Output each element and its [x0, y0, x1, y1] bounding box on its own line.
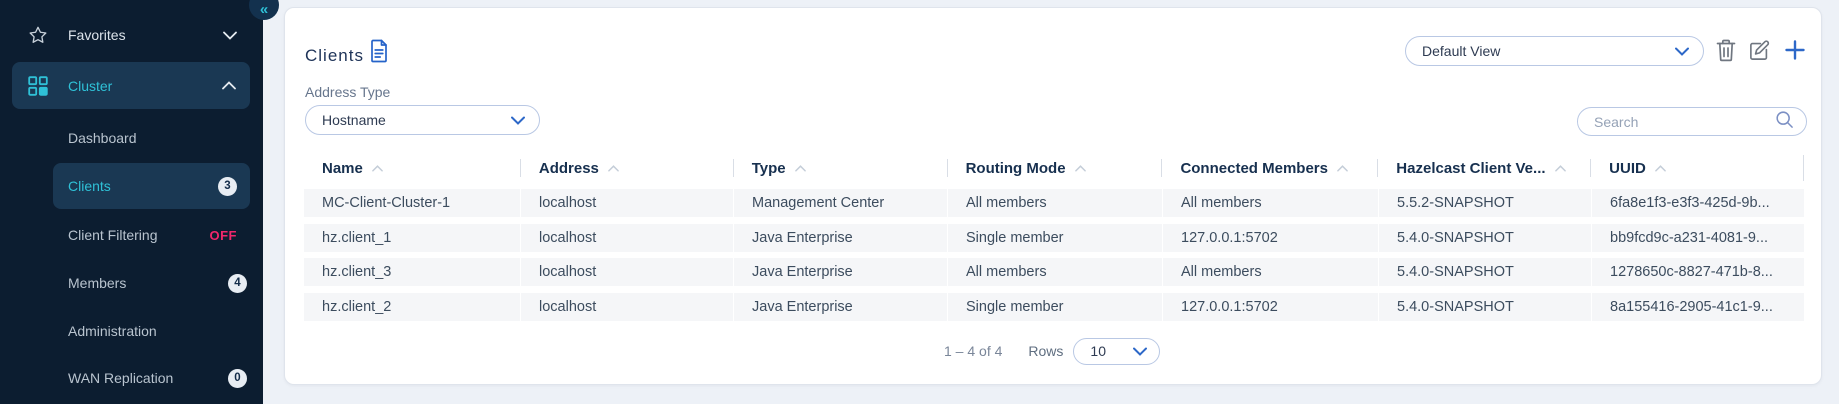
column-header-routing-mode[interactable]: Routing Mode: [947, 159, 1162, 177]
table-row[interactable]: hz.client_3 localhost Java Enterprise Al…: [304, 258, 1804, 286]
cell-connected-members: All members: [1162, 258, 1378, 286]
sidebar-item-client-filtering[interactable]: Client Filtering OFF: [0, 213, 263, 257]
page-title: Clients: [305, 46, 364, 66]
table-header-row: Name Address Type Routing Mode Connected…: [304, 155, 1804, 181]
clients-panel: Clients Default View: [284, 7, 1822, 385]
pagination: 1 – 4 of 4 Rows 10: [944, 337, 1160, 365]
client-filtering-label: Client Filtering: [68, 227, 157, 243]
cell-type: Java Enterprise: [733, 224, 947, 252]
cell-connected-members: 127.0.0.1:5702: [1162, 224, 1378, 252]
wan-replication-label: WAN Replication: [68, 370, 173, 386]
document-icon[interactable]: [369, 39, 389, 68]
sort-chevron-icon: [1555, 165, 1566, 172]
sidebar-item-cluster[interactable]: Cluster: [12, 62, 250, 109]
cluster-grid-icon: [28, 76, 48, 96]
table-row[interactable]: MC-Client-Cluster-1 localhost Management…: [304, 189, 1804, 217]
cell-type: Management Center: [733, 189, 947, 217]
sidebar-item-clients[interactable]: Clients 3: [53, 163, 250, 209]
cell-uuid: bb9fcd9c-a231-4081-9...: [1591, 224, 1804, 252]
table-row[interactable]: hz.client_2 localhost Java Enterprise Si…: [304, 293, 1804, 321]
column-header-hazelcast-client-version[interactable]: Hazelcast Client Ve...: [1377, 159, 1590, 177]
chevron-down-icon: [1675, 43, 1689, 59]
clients-count-badge: 3: [218, 177, 237, 196]
cell-name: MC-Client-Cluster-1: [304, 189, 520, 217]
rows-per-page-dropdown[interactable]: 10: [1073, 338, 1160, 365]
pagination-range: 1 – 4 of 4: [944, 343, 1002, 359]
cell-uuid: 8a155416-2905-41c1-9...: [1591, 293, 1804, 321]
address-type-value: Hostname: [322, 112, 386, 128]
cell-connected-members: All members: [1162, 189, 1378, 217]
cell-version: 5.5.2-SNAPSHOT: [1378, 189, 1591, 217]
cluster-label: Cluster: [68, 78, 112, 94]
collapse-icon: «: [260, 2, 268, 17]
cell-version: 5.4.0-SNAPSHOT: [1378, 224, 1591, 252]
cell-version: 5.4.0-SNAPSHOT: [1378, 258, 1591, 286]
address-type-label: Address Type: [305, 84, 390, 100]
column-header-address[interactable]: Address: [520, 159, 733, 177]
view-selector-value: Default View: [1422, 43, 1500, 59]
search-icon[interactable]: [1775, 110, 1794, 134]
rows-per-page-value: 10: [1090, 343, 1106, 359]
administration-label: Administration: [68, 323, 157, 339]
edit-view-icon[interactable]: [1747, 38, 1771, 62]
cell-uuid: 6fa8e1f3-e3f3-425d-9b...: [1591, 189, 1804, 217]
wan-count-badge: 0: [228, 369, 247, 388]
sidebar-item-members[interactable]: Members 4: [0, 261, 263, 305]
cell-version: 5.4.0-SNAPSHOT: [1378, 293, 1591, 321]
delete-view-icon[interactable]: [1714, 38, 1738, 62]
cell-type: Java Enterprise: [733, 258, 947, 286]
dashboard-label: Dashboard: [68, 130, 137, 146]
chevron-up-icon: [222, 81, 236, 90]
sidebar-item-administration[interactable]: Administration: [0, 309, 263, 353]
column-header-type[interactable]: Type: [733, 159, 947, 177]
sidebar-item-favorites[interactable]: Favorites: [0, 13, 263, 57]
chevron-down-icon: [1133, 343, 1147, 359]
sort-chevron-icon: [1337, 165, 1348, 172]
table-row[interactable]: hz.client_1 localhost Java Enterprise Si…: [304, 224, 1804, 252]
search-input[interactable]: [1594, 114, 1775, 130]
cell-uuid: 1278650c-8827-471b-8...: [1591, 258, 1804, 286]
cell-name: hz.client_1: [304, 224, 520, 252]
members-count-badge: 4: [228, 274, 247, 293]
sort-chevron-icon: [1075, 165, 1086, 172]
app-screen: « Favorites Cluster: [0, 0, 1839, 404]
cell-address: localhost: [520, 224, 733, 252]
cell-routing-mode: Single member: [947, 293, 1162, 321]
add-view-icon[interactable]: [1783, 38, 1807, 62]
view-selector-dropdown[interactable]: Default View: [1405, 36, 1704, 66]
cell-address: localhost: [520, 258, 733, 286]
sort-chevron-icon: [1655, 165, 1666, 172]
chevron-down-icon: [511, 112, 525, 128]
cell-type: Java Enterprise: [733, 293, 947, 321]
column-header-uuid[interactable]: UUID: [1590, 159, 1803, 177]
clients-label: Clients: [68, 178, 111, 194]
search-box: [1577, 107, 1807, 136]
sort-chevron-icon: [372, 165, 383, 172]
cell-routing-mode: All members: [947, 189, 1162, 217]
sort-chevron-icon: [795, 165, 806, 172]
cell-routing-mode: All members: [947, 258, 1162, 286]
cell-routing-mode: Single member: [947, 224, 1162, 252]
client-filtering-status: OFF: [210, 228, 238, 243]
sort-chevron-icon: [608, 165, 619, 172]
sidebar-item-wan-replication[interactable]: WAN Replication 0: [0, 356, 263, 400]
address-type-dropdown[interactable]: Hostname: [305, 105, 540, 135]
column-header-name[interactable]: Name: [304, 159, 520, 177]
cell-connected-members: 127.0.0.1:5702: [1162, 293, 1378, 321]
favorites-label: Favorites: [68, 27, 126, 43]
star-icon: [28, 25, 48, 45]
sidebar-item-dashboard[interactable]: Dashboard: [0, 116, 263, 160]
members-label: Members: [68, 275, 126, 291]
cell-address: localhost: [520, 189, 733, 217]
chevron-down-icon: [223, 31, 237, 40]
cell-name: hz.client_2: [304, 293, 520, 321]
sidebar: « Favorites Cluster: [0, 0, 263, 404]
cell-address: localhost: [520, 293, 733, 321]
cell-name: hz.client_3: [304, 258, 520, 286]
column-header-connected-members[interactable]: Connected Members: [1161, 159, 1377, 177]
rows-per-page-label: Rows: [1028, 343, 1063, 359]
